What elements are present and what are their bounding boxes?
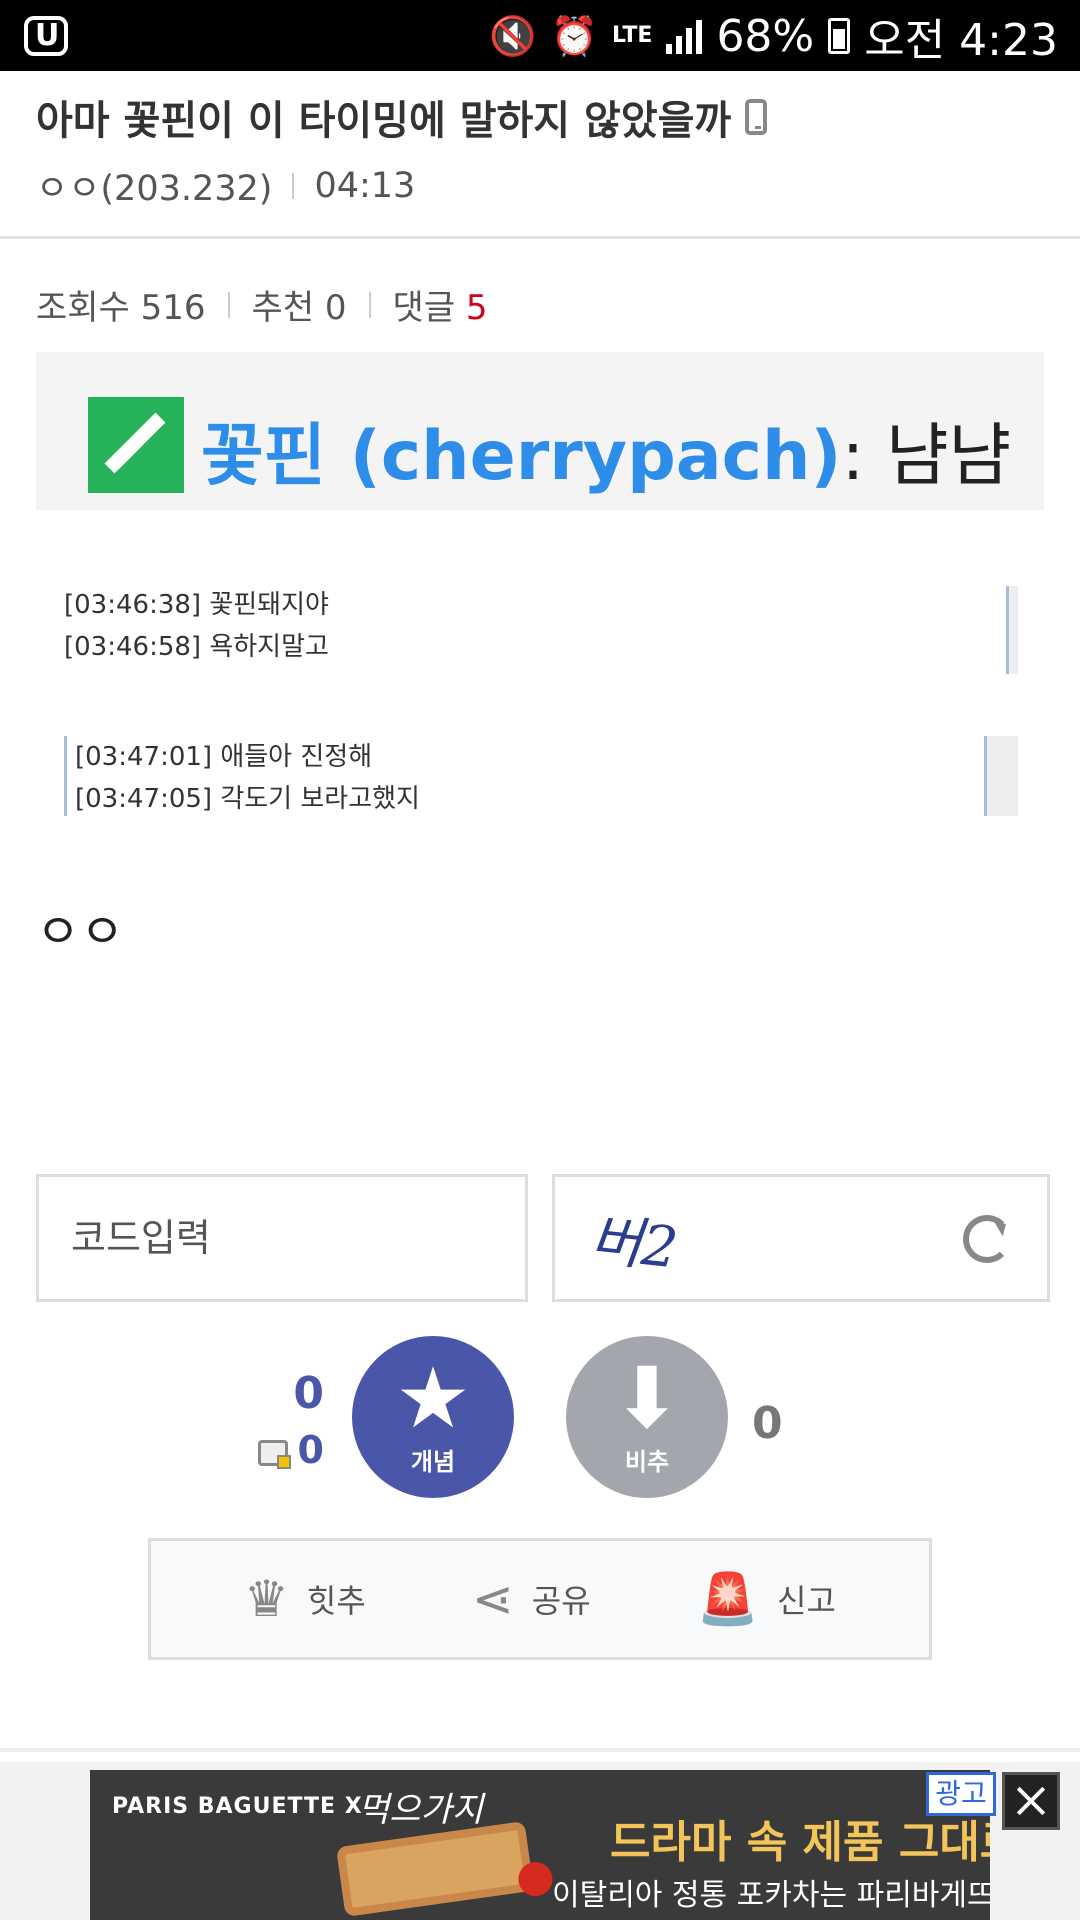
- post-title: 아마 꽃핀이 이 타이밍에 말하지 않았을까: [36, 88, 768, 146]
- comment-label: 댓글: [392, 288, 456, 328]
- chat-line: [03:47:01] 애들아 진정해: [75, 742, 373, 772]
- hit-button[interactable]: ♛ 힛추: [244, 1574, 366, 1624]
- fixed-upvote-count: 0: [297, 1428, 324, 1472]
- divider: [227, 291, 230, 318]
- sword-icon: [88, 397, 184, 493]
- upvote-label: 개념: [410, 1448, 456, 1476]
- divider: [0, 236, 1080, 239]
- status-bar-right: 🔇 ⏰ LTE 68% 오전 4:23: [489, 8, 1058, 67]
- clock: 오전 4:23: [864, 15, 1058, 66]
- post-meta: ㅇㅇ(203.232) 04:13: [36, 160, 415, 211]
- share-icon: ⋖: [471, 1570, 514, 1628]
- upvote-button[interactable]: ★ 개념: [352, 1336, 514, 1498]
- post-actions: ♛ 힛추 ⋖ 공유 🚨 신고: [148, 1538, 932, 1660]
- share-label: 공유: [531, 1582, 591, 1620]
- ad-badge: 광고: [926, 1772, 996, 1816]
- divider: [292, 172, 295, 199]
- network-type: LTE: [612, 23, 653, 48]
- ad-container: PARIS BAGUETTE X 먹으가지 드라마 속 제품 그대로 이탈리아 …: [0, 1762, 1080, 1920]
- banner-username: 꽃핀 (cherrypach): [201, 417, 842, 496]
- content-image-banner: 꽃핀 (cherrypach): 냠냠: [36, 352, 1044, 510]
- star-icon: ★: [395, 1349, 471, 1447]
- ad-food-image: [336, 1821, 534, 1917]
- mobile-icon: [745, 99, 768, 135]
- banner-text: 꽃핀 (cherrypach): 냠냠: [201, 400, 1011, 499]
- content-image-chat-1: [03:46:38] 꽃핀돼지야 [03:46:58] 욕하지말고: [64, 584, 1018, 676]
- ad-subtext: 이탈리아 정통 포카차는 파리바게뜨: [552, 1878, 990, 1913]
- arrow-down-icon: ⬇: [611, 1349, 683, 1447]
- downvote-label: 비추: [624, 1448, 670, 1476]
- chat-scrollbar: [984, 736, 1018, 816]
- fixed-user-icon: [258, 1440, 291, 1469]
- post-time: 04:13: [314, 165, 416, 206]
- ad-logo: 먹으가지: [358, 1790, 484, 1830]
- ad-banner[interactable]: PARIS BAGUETTE X 먹으가지 드라마 속 제품 그대로 이탈리아 …: [90, 1770, 990, 1920]
- status-bar: 🔇 ⏰ LTE 68% 오전 4:23: [0, 0, 1080, 71]
- chat-line: [03:47:05] 각도기 보라고했지: [75, 784, 420, 814]
- crown-icon: ♛: [244, 1570, 289, 1628]
- report-label: 신고: [777, 1582, 836, 1620]
- comment-count[interactable]: 댓글 5: [393, 280, 488, 329]
- comment-number: 5: [465, 288, 488, 328]
- author[interactable]: ㅇㅇ(203.232): [36, 160, 272, 211]
- downvote-count: 0: [752, 1398, 783, 1449]
- battery-percent: 68%: [716, 10, 815, 62]
- share-button[interactable]: ⋖ 공유: [472, 1574, 591, 1624]
- captcha-text: 버2: [587, 1207, 681, 1282]
- alarm-icon: ⏰: [550, 14, 599, 58]
- ad-brand: PARIS BAGUETTE X: [112, 1794, 363, 1819]
- battery-icon: [828, 18, 851, 54]
- view-count: 조회수 516: [36, 288, 206, 328]
- chat-line: [03:46:38] 꽃핀돼지야: [64, 590, 329, 620]
- content-image-chat-2: [03:47:01] 애들아 진정해 [03:47:05] 각도기 보라고했지: [64, 736, 1018, 816]
- siren-icon: 🚨: [696, 1570, 760, 1628]
- upvote-count: 0: [293, 1368, 324, 1419]
- captcha-image: 버2: [552, 1174, 1050, 1302]
- banner-message: : 냠냠: [841, 417, 1012, 496]
- captcha-code-input[interactable]: [36, 1174, 528, 1302]
- close-icon[interactable]: [1002, 1772, 1060, 1830]
- refresh-icon[interactable]: [963, 1215, 1011, 1263]
- downvote-button[interactable]: ⬇ 비추: [566, 1336, 728, 1498]
- divider: [0, 1748, 1080, 1752]
- divider: [368, 291, 371, 318]
- chat-line: [03:46:58] 욕하지말고: [64, 632, 329, 662]
- chat-scrollbar: [1006, 586, 1018, 674]
- post-body: ㅇㅇ: [36, 904, 125, 960]
- app-notification-icon: [24, 16, 68, 56]
- mute-icon: 🔇: [489, 14, 537, 58]
- post-stats: 조회수 516 추천 0 댓글 5: [36, 280, 488, 329]
- report-button[interactable]: 🚨 신고: [697, 1574, 836, 1624]
- recommend-count: 추천 0: [251, 288, 347, 328]
- post-title-text: 아마 꽃핀이 이 타이밍에 말하지 않았을까: [36, 98, 732, 144]
- hit-label: 힛추: [306, 1582, 366, 1620]
- signal-icon: [666, 18, 703, 54]
